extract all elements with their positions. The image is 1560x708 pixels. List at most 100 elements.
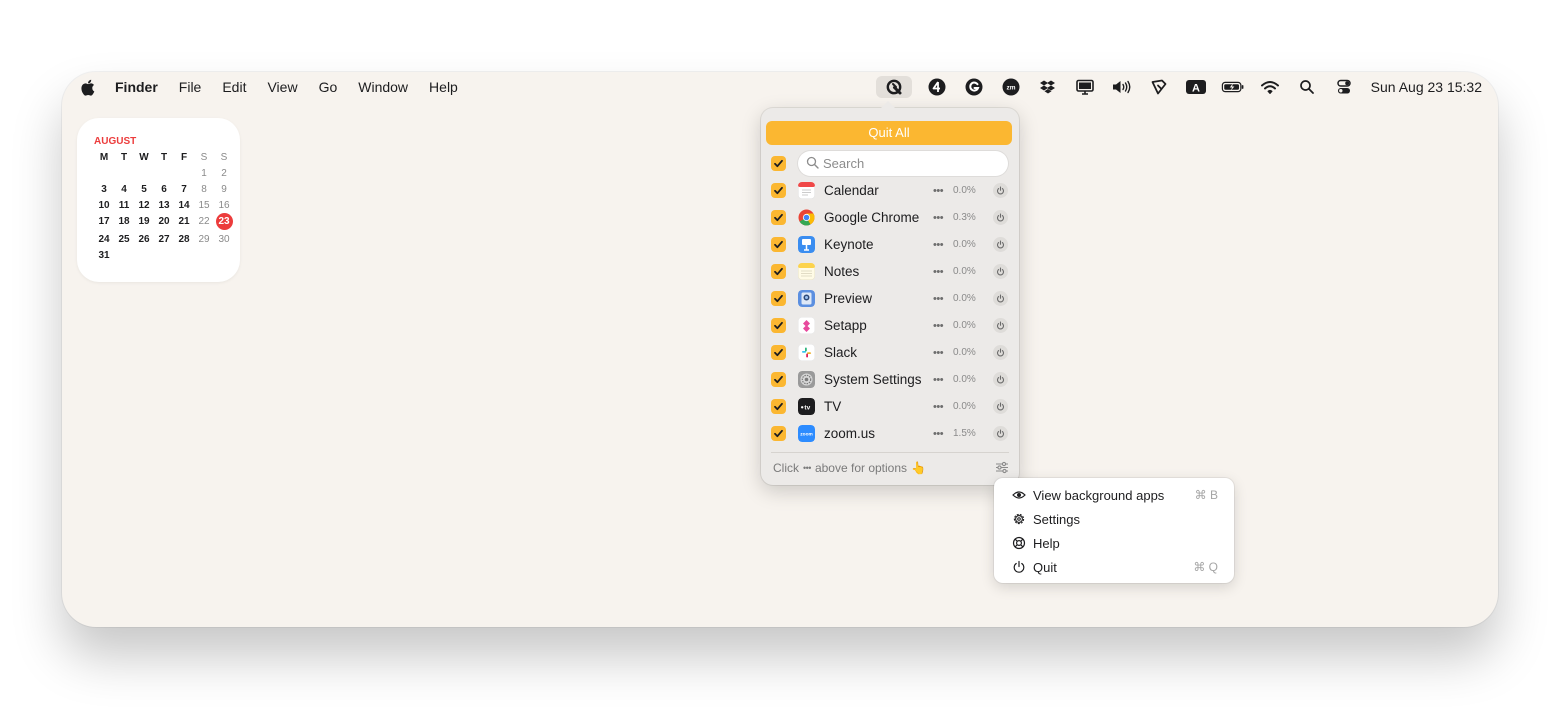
shortcut-icon[interactable] [1147, 76, 1171, 98]
menu-bar-clock[interactable]: Sun Aug 23 15:32 [1371, 79, 1482, 95]
app-checkbox[interactable] [771, 345, 786, 360]
menu-help[interactable]: Help [429, 79, 458, 95]
calendar-day: 30 [218, 234, 230, 245]
input-source-icon[interactable]: A [1184, 76, 1208, 98]
app-row[interactable]: Slack ••• 0.0% [771, 339, 1011, 366]
app-row[interactable]: Setapp ••• 0.0% [771, 312, 1011, 339]
app-checkbox[interactable] [771, 183, 786, 198]
search-input[interactable] [823, 156, 993, 171]
sliders-icon[interactable] [995, 461, 1009, 477]
menu-window[interactable]: Window [358, 79, 408, 95]
quit-app-button[interactable] [993, 264, 1008, 279]
quit-app-button[interactable] [993, 318, 1008, 333]
quit-app-button[interactable] [993, 210, 1008, 225]
app-row[interactable]: tv TV ••• 0.0% [771, 393, 1011, 420]
quitter-icon[interactable] [875, 76, 912, 98]
app-name: System Settings [824, 372, 922, 387]
calendar-day: 24 [98, 234, 110, 245]
app-options-button[interactable]: ••• [933, 428, 953, 440]
control-center-icon[interactable] [1332, 76, 1356, 98]
wifi-icon[interactable] [1258, 76, 1282, 98]
search-field[interactable] [798, 151, 1008, 176]
calendar-weekday: T [120, 152, 128, 163]
app-row[interactable]: Notes ••• 0.0% [771, 258, 1011, 285]
settings-item[interactable]: Settings [994, 507, 1234, 531]
app-list: Calendar ••• 0.0% Google Chrome ••• 0.3% Keyno… [771, 177, 1011, 447]
select-all-checkbox[interactable] [771, 156, 786, 171]
app-row[interactable]: Calendar ••• 0.0% [771, 177, 1011, 204]
calendar-widget[interactable]: AUGUST M T W T F S S 1 2 3 4 5 6 7 8 9 10 11 12 13 14 15 16 17 1… [77, 118, 240, 282]
quit-app-button[interactable] [993, 345, 1008, 360]
app-row[interactable]: Keynote ••• 0.0% [771, 231, 1011, 258]
footer-text-pre: Click [773, 461, 799, 475]
app-options-button[interactable]: ••• [933, 266, 953, 278]
power-icon [996, 267, 1005, 276]
zoom-menu-icon[interactable]: zm [999, 76, 1023, 98]
help-item[interactable]: Help [994, 531, 1234, 555]
quit-app-button[interactable] [993, 426, 1008, 441]
dropbox-icon[interactable] [1036, 76, 1060, 98]
calendar-grid: M T W T F S S 1 2 3 4 5 6 7 8 9 10 11 12 13 14 15 16 17 18 19 20 21… [94, 151, 233, 262]
grammarly-icon[interactable] [962, 76, 986, 98]
app-checkbox[interactable] [771, 264, 786, 279]
app-checkbox[interactable] [771, 291, 786, 306]
menu-app-name[interactable]: Finder [115, 79, 158, 95]
calendar-empty-cell [134, 249, 154, 262]
calendar-day: 15 [198, 200, 210, 211]
quit-app-button[interactable] [993, 183, 1008, 198]
quit-app-button[interactable] [993, 237, 1008, 252]
calendar-day: 6 [161, 184, 167, 195]
menu-file[interactable]: File [179, 79, 202, 95]
calendar-day: 2 [221, 168, 227, 179]
app-row[interactable]: zoom zoom.us ••• 1.5% [771, 420, 1011, 447]
zoom-menu-icon-text: zm [1006, 85, 1015, 92]
app-options-button[interactable]: ••• [933, 401, 953, 413]
app-checkbox[interactable] [771, 399, 786, 414]
app-name: Slack [824, 345, 858, 360]
app-options-button[interactable]: ••• [933, 239, 953, 251]
menu-go[interactable]: Go [319, 79, 338, 95]
power-icon [996, 186, 1005, 195]
pointing-hand-icon: 👆 [911, 461, 926, 475]
quit-app-button[interactable] [993, 399, 1008, 414]
menu-view[interactable]: View [267, 79, 297, 95]
volume-icon[interactable] [1110, 76, 1134, 98]
menu-edit[interactable]: Edit [222, 79, 246, 95]
app-options-button[interactable]: ••• [933, 374, 953, 386]
power-icon [996, 294, 1005, 303]
calendar-empty-cell [154, 249, 174, 262]
calendar-day: 21 [178, 216, 190, 227]
app-options-button[interactable]: ••• [933, 320, 953, 332]
quit-all-button[interactable]: Quit All [766, 121, 1012, 145]
app-checkbox[interactable] [771, 372, 786, 387]
app-checkbox[interactable] [771, 318, 786, 333]
spotlight-search-icon[interactable] [1295, 76, 1319, 98]
quit-app-button[interactable] [993, 372, 1008, 387]
chrome-app-icon [798, 209, 815, 226]
quit-item[interactable]: Quit ⌘ Q [994, 555, 1234, 579]
apple-icon[interactable] [80, 79, 95, 96]
app-checkbox[interactable] [771, 237, 786, 252]
number-4-icon[interactable] [925, 76, 949, 98]
calendar-day: 19 [138, 216, 150, 227]
calendar-empty-cell [214, 249, 234, 262]
calendar-day: 5 [141, 184, 147, 195]
app-checkbox[interactable] [771, 426, 786, 441]
calendar-day: 31 [98, 250, 110, 261]
app-row[interactable]: Google Chrome ••• 0.3% [771, 204, 1011, 231]
calendar-day: 27 [158, 234, 170, 245]
app-name: Setapp [824, 318, 867, 333]
menu-item-label: Help [1033, 535, 1060, 551]
power-icon [996, 213, 1005, 222]
quit-app-button[interactable] [993, 291, 1008, 306]
display-icon[interactable] [1073, 76, 1097, 98]
app-options-button[interactable]: ••• [933, 212, 953, 224]
view-background-apps-item[interactable]: View background apps ⌘ B [994, 483, 1234, 507]
app-options-button[interactable]: ••• [933, 347, 953, 359]
app-options-button[interactable]: ••• [933, 293, 953, 305]
app-row[interactable]: System Settings ••• 0.0% [771, 366, 1011, 393]
calendar-empty-cell [174, 249, 194, 262]
app-options-button[interactable]: ••• [933, 185, 953, 197]
app-row[interactable]: Preview ••• 0.0% [771, 285, 1011, 312]
app-checkbox[interactable] [771, 210, 786, 225]
